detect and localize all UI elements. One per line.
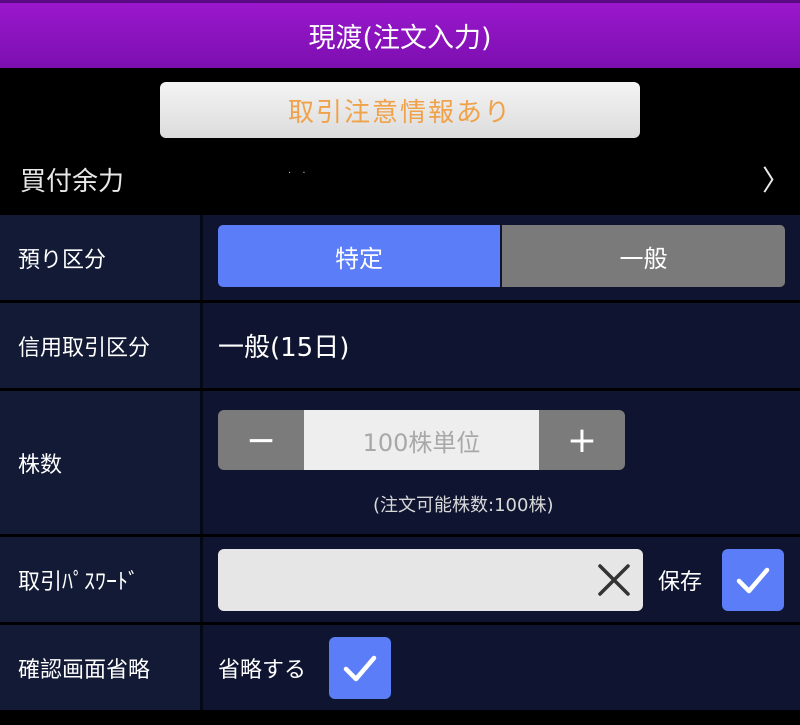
clear-icon[interactable] (597, 563, 631, 597)
confirm-skip-checkbox[interactable] (329, 637, 391, 699)
buying-power-value: · · (288, 168, 310, 179)
deposit-type-content: 特定 一般 (203, 215, 800, 300)
deposit-type-row: 預り区分 特定 一般 (0, 215, 800, 300)
page-title: 現渡(注文入力) (308, 23, 492, 54)
buying-power-row[interactable]: 買付余力 · · 〉 (0, 150, 800, 208)
deposit-type-label: 預り区分 (0, 215, 200, 300)
available-shares-text: (注文可能株数:100株) (373, 495, 554, 516)
increment-button[interactable]: + (539, 410, 625, 470)
margin-type-row: 信用取引区分 一般(15日) (0, 303, 800, 388)
shares-content: − 100株単位 + (注文可能株数:100株) (203, 391, 800, 534)
margin-type-label: 信用取引区分 (0, 303, 200, 388)
margin-type-content: 一般(15日) (203, 303, 800, 388)
password-row: 取引ﾊﾟｽﾜｰﾄﾞ 保存 (0, 537, 800, 622)
deposit-option-tokutei-label: 特定 (335, 244, 383, 273)
save-password-checkbox[interactable] (722, 549, 784, 611)
password-field[interactable] (218, 549, 643, 611)
confirm-skip-row: 確認画面省略 省略する (0, 625, 800, 710)
confirm-skip-option-label: 省略する (218, 657, 307, 683)
password-content: 保存 (203, 537, 800, 622)
chevron-right-icon[interactable]: 〉 (762, 159, 790, 199)
deposit-option-tokutei[interactable]: 特定 (218, 225, 500, 287)
save-password-label: 保存 (658, 569, 703, 595)
confirm-skip-label: 確認画面省略 (0, 625, 200, 710)
quantity-stepper: − 100株単位 + (218, 410, 625, 470)
password-label: 取引ﾊﾟｽﾜｰﾄﾞ (0, 537, 200, 622)
checkmark-icon (736, 567, 770, 594)
checkmark-icon (343, 655, 377, 682)
trade-caution-info-button[interactable]: 取引注意情報あり (160, 82, 640, 138)
margin-type-value: 一般(15日) (218, 333, 350, 363)
quantity-input[interactable]: 100株単位 (304, 410, 539, 470)
deposit-option-ippan-label: 一般 (619, 244, 668, 273)
buying-power-label: 買付余力 (20, 166, 125, 197)
trade-caution-info-label: 取引注意情報あり (287, 97, 512, 128)
page-title-bar: 現渡(注文入力) (0, 0, 800, 68)
deposit-option-ippan[interactable]: 一般 (502, 225, 785, 287)
confirm-skip-content: 省略する (203, 625, 800, 710)
shares-row: 株数 − 100株単位 + (注文可能株数:100株) (0, 391, 800, 534)
decrement-button[interactable]: − (218, 410, 304, 470)
shares-label: 株数 (0, 391, 200, 534)
